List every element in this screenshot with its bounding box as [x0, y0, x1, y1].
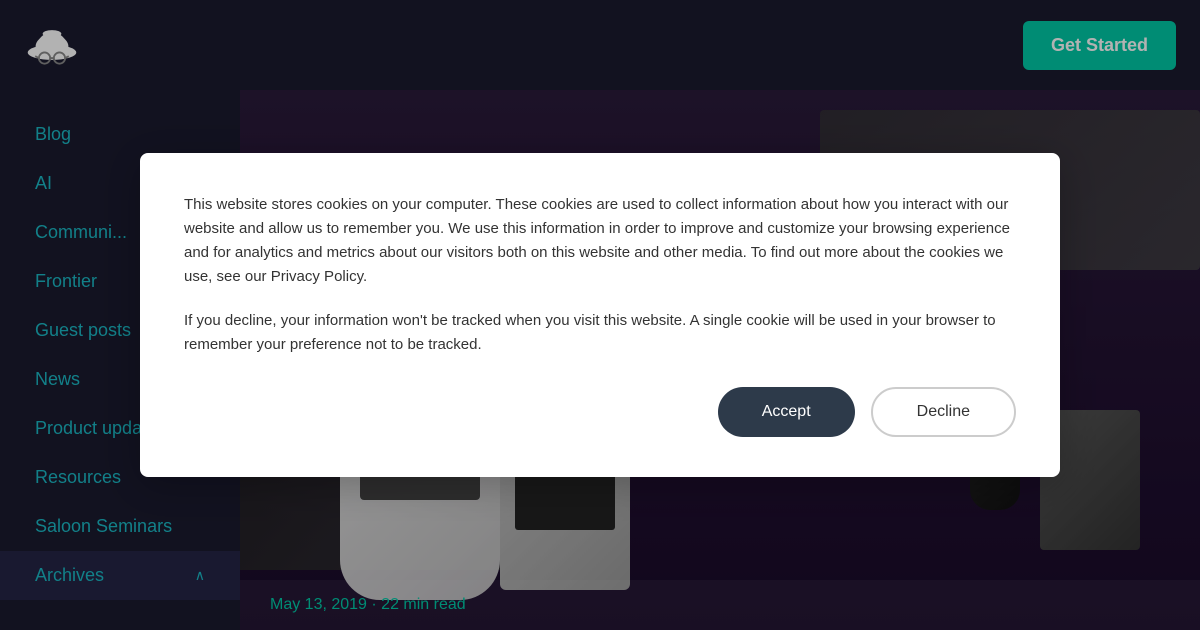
accept-button[interactable]: Accept [718, 387, 855, 437]
modal-buttons: Accept Decline [184, 387, 1016, 437]
cookie-text-1: This website stores cookies on your comp… [184, 193, 1016, 289]
decline-button[interactable]: Decline [871, 387, 1016, 437]
cookie-modal: This website stores cookies on your comp… [140, 153, 1060, 477]
cookie-modal-overlay: This website stores cookies on your comp… [0, 0, 1200, 630]
cookie-text-2: If you decline, your information won't b… [184, 309, 1016, 357]
